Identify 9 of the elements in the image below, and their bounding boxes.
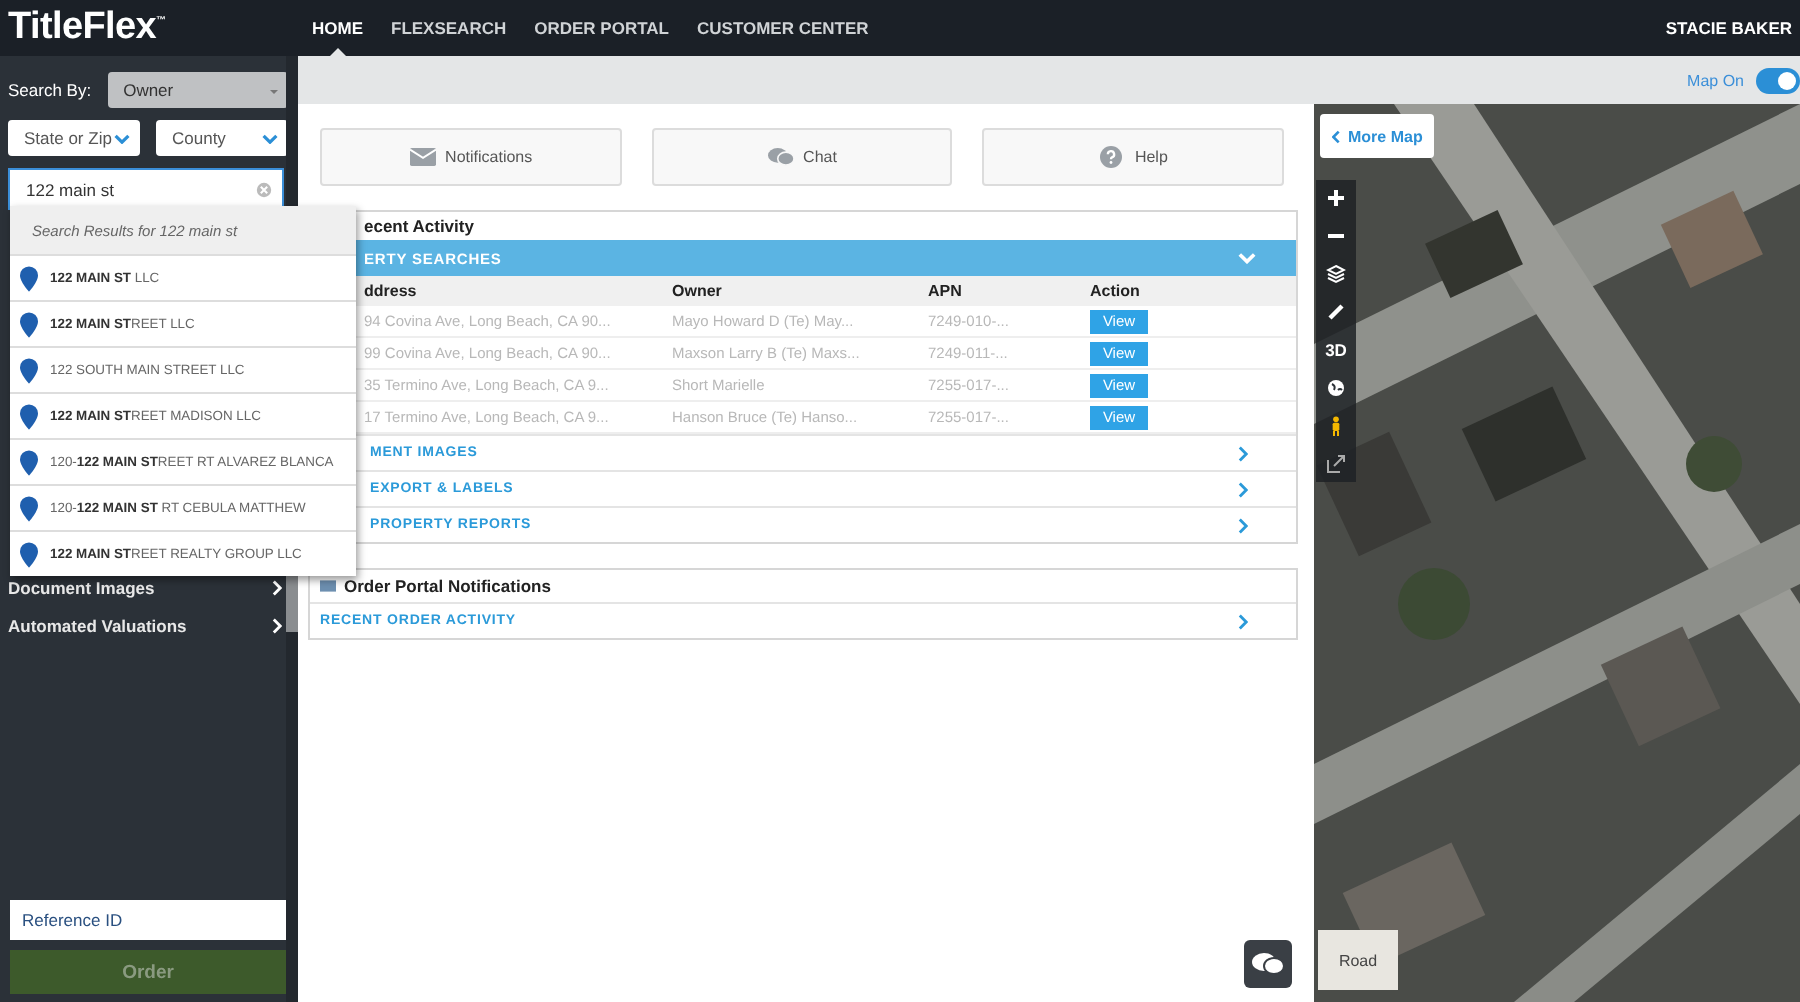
column-header: Action <box>1090 282 1142 300</box>
search-by-label: Search By: <box>8 80 92 100</box>
column-header: APN <box>928 282 964 300</box>
card-title: Order Portal Notifications <box>344 576 551 596</box>
column-header: Owner <box>672 282 724 300</box>
column-header: ddress <box>364 282 419 300</box>
map-toggle-label: Map On <box>1687 71 1744 89</box>
logo: TitleFlex$^{™}$ <box>6 6 168 50</box>
card-title: ecent Activity <box>362 214 476 240</box>
